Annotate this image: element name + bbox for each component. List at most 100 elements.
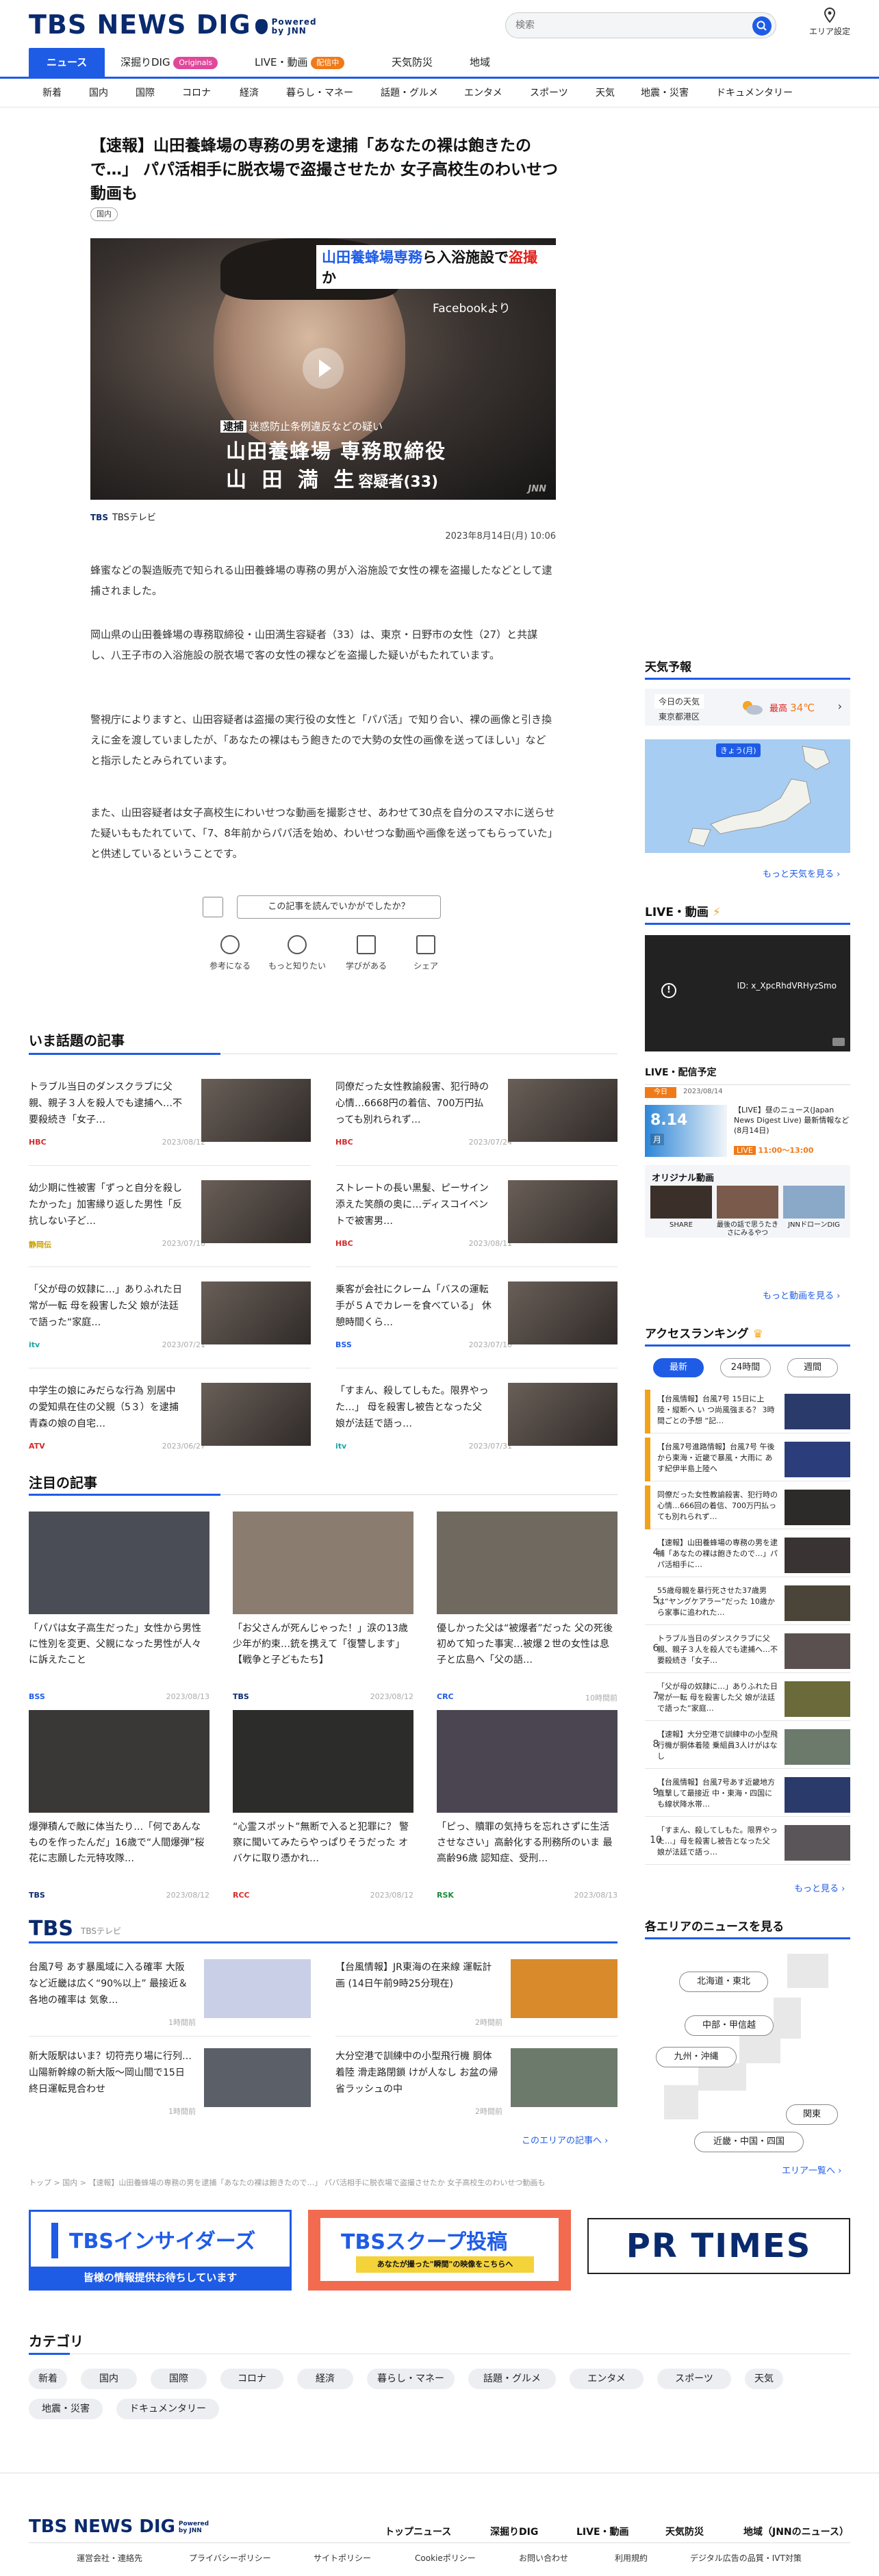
nav-weather[interactable]: 天気防災 bbox=[392, 48, 433, 77]
footer-small-link[interactable]: 運営会社・連絡先 bbox=[77, 2552, 142, 2564]
ranking-item[interactable]: 6 トラブル当日のダンスクラブに父親、親子３人を殺人でも逮捕へ…不要殺続き「女子… bbox=[645, 1629, 850, 1673]
ranking-tab-24h[interactable]: 24時間 bbox=[720, 1358, 771, 1377]
category-chip[interactable]: ドキュメンタリー bbox=[116, 2399, 219, 2419]
category-chip[interactable]: 新着 bbox=[29, 2369, 67, 2389]
area-button-hokkaido-tohoku[interactable]: 北海道・東北 bbox=[679, 1972, 768, 1992]
area-news-item[interactable]: 新大阪駅はいま？切符売り場に行列…山陽新幹線の新大阪～岡山間で15日終日運転見合… bbox=[29, 2048, 311, 2117]
footer-link[interactable]: LIVE・動画 bbox=[576, 2525, 629, 2538]
feedback-helpful-button[interactable]: 参考になる bbox=[199, 935, 261, 971]
cat-nav-item[interactable]: スポーツ bbox=[530, 79, 568, 107]
ranking-item[interactable]: 9 【台風情報】台風7号あす近畿地方直撃して最接近 中・東海・四国にも線状降水帯… bbox=[645, 1773, 850, 1817]
scoop-banner[interactable]: TBSスクープ投稿 あなたが撮った"瞬間"の映像をこちらへ bbox=[308, 2210, 571, 2291]
featured-item[interactable]: 爆弾積んで敵に体当たり…「何であんなものを作ったんだ」16歳で“人間爆弾”桜花に… bbox=[29, 1710, 209, 1902]
search-input[interactable] bbox=[515, 13, 735, 38]
today-weather[interactable]: 今日の天気 東京都港区 最高 34℃ › bbox=[645, 689, 850, 726]
area-button-chubu[interactable]: 中部・甲信越 bbox=[685, 2015, 774, 2036]
footer-small-link[interactable]: お問い合わせ bbox=[519, 2552, 568, 2564]
ranking-tab-latest[interactable]: 最新 bbox=[653, 1358, 704, 1377]
ranking-item[interactable]: 2 【台風7号進路情報】台風7号 午後から東海・近畿で暴風・大雨に あす紀伊半島上… bbox=[645, 1438, 850, 1481]
popular-item[interactable]: 「父が母の奴隷に…」ありふれた日常が一転 母を殺害した父 娘が法廷で語った“家庭… bbox=[29, 1281, 311, 1358]
area-news-item[interactable]: 【台風情報】JR東海の在来線 運転計画 (14日午前9時25分現在) 2時間前 bbox=[335, 1959, 617, 2028]
original-thumb[interactable] bbox=[650, 1186, 712, 1219]
cat-nav-item[interactable]: 新着 bbox=[42, 79, 62, 107]
article-tag[interactable]: 国内 bbox=[90, 207, 118, 221]
area-news-item[interactable]: 台風7号 あす暴風域に入る確率 大阪など近畿は広く“90%以上” 最接近＆各地の… bbox=[29, 1959, 311, 2028]
ranking-item[interactable]: 4 【速報】山田養蜂場の専務の男を逮捕「あなたの裸は飽きたので…」パパ活相手に… bbox=[645, 1533, 850, 1577]
nav-live[interactable]: LIVE・動画 配信中 bbox=[255, 48, 345, 77]
video-more-link[interactable]: もっと動画を見る › bbox=[763, 1288, 840, 1301]
area-button-kinki-chugoku-shikoku[interactable]: 近畿・中国・四国 bbox=[694, 2132, 804, 2152]
feedback-learn-button[interactable]: 学びがある bbox=[335, 935, 397, 971]
footer-small-link[interactable]: 利用規約 bbox=[615, 2552, 648, 2564]
original-thumb[interactable] bbox=[717, 1186, 778, 1219]
schedule-item[interactable]: 8.14 月 【LIVE】昼のニュース(Japan News Digest Li… bbox=[645, 1105, 850, 1162]
cat-nav-item[interactable]: 国際 bbox=[136, 79, 155, 107]
share-button[interactable]: シェア bbox=[395, 935, 457, 971]
category-chip[interactable]: エンタメ bbox=[570, 2369, 644, 2389]
popular-item[interactable]: 同僚だった女性教諭殺害、犯行時の心情…6668円の着信、700万円払っても別れら… bbox=[335, 1079, 617, 1156]
footer-small-link[interactable]: サイトポリシー bbox=[314, 2552, 371, 2564]
category-chip[interactable]: 天気 bbox=[745, 2369, 783, 2389]
ranking-item[interactable]: 3 同僚だった女性教諭殺害、犯行時の心情…666回の着信、700万円払っても別れら… bbox=[645, 1485, 850, 1529]
footer-link[interactable]: 深掘りDIG bbox=[490, 2525, 538, 2538]
nav-news[interactable]: ニュース bbox=[29, 48, 105, 77]
popular-item[interactable]: 幼少期に性被害「ずっと自分を殺したかった」加害縁り返した男性「反抗しない子ど… 静… bbox=[29, 1180, 311, 1257]
ranking-more-link[interactable]: もっと見る › bbox=[794, 1881, 845, 1894]
cat-nav-item[interactable]: 暮らし・マネー bbox=[286, 79, 353, 107]
featured-item[interactable]: 「ピっ、贖罪の気持ちを忘れさずに生活させなさい」高齢化する刑務所のいま 最高齢9… bbox=[437, 1710, 617, 1902]
cat-nav-item[interactable]: 経済 bbox=[240, 79, 259, 107]
cat-nav-item[interactable]: 話題・グルメ bbox=[381, 79, 438, 107]
category-chip[interactable]: 国際 bbox=[151, 2369, 207, 2389]
area-more-link[interactable]: このエリアの記事へ › bbox=[522, 2133, 608, 2146]
category-chip[interactable]: 経済 bbox=[297, 2369, 353, 2389]
cat-nav-item[interactable]: 地震・災害 bbox=[641, 79, 689, 107]
ranking-item[interactable]: 1 【台風情報】台風7号 15日に上陸・縦断へ い つ尚風強まる？ 3時間ごとの予… bbox=[645, 1390, 850, 1433]
category-chip[interactable]: スポーツ bbox=[657, 2369, 731, 2389]
category-chip[interactable]: 地震・災害 bbox=[29, 2399, 103, 2419]
ranking-item[interactable]: 10 「すまん、殺してしもた。限界やった…」母を殺害し被告となった父 娘が法廷で語… bbox=[645, 1821, 850, 1865]
footer-small-link[interactable]: プライバシーポリシー bbox=[189, 2552, 271, 2564]
cat-nav-item[interactable]: エンタメ bbox=[464, 79, 502, 107]
area-list-link[interactable]: エリア一覧へ › bbox=[782, 2163, 841, 2176]
footer-link[interactable]: 天気防災 bbox=[665, 2525, 704, 2538]
ranking-item[interactable]: 7 「父が母の奴隷に…」ありふれた日常が一転 母を殺害した父 娘が法廷で語った“家… bbox=[645, 1677, 850, 1721]
nav-dig[interactable]: 深掘りDIG Originals bbox=[120, 48, 218, 77]
article-source[interactable]: TBS TBSテレビ bbox=[90, 510, 156, 523]
area-button-kanto[interactable]: 関東 bbox=[786, 2104, 838, 2125]
footer-link[interactable]: 地域（JNNのニュース） bbox=[743, 2525, 849, 2538]
live-video-player[interactable]: ! ID: x_XpcRhdVRHyzSmo bbox=[645, 935, 850, 1051]
popular-item[interactable]: 「すまん、殺してしもた。限界やった…」 母を殺害し被告となった父 娘が法廷で語っ… bbox=[335, 1383, 617, 1459]
category-chip[interactable]: 国内 bbox=[81, 2369, 137, 2389]
article-hero-video[interactable]: 山田養蜂場専務ら入浴施設で盗撮か Facebookより 逮捕 迷惑防止条例違反など… bbox=[90, 238, 556, 500]
search-button[interactable] bbox=[752, 16, 772, 36]
popular-item[interactable]: トラブル当日のダンスクラブに父親、親子３人を殺人でも逮捕へ…不要殺続き「女子… H… bbox=[29, 1079, 311, 1156]
insiders-banner[interactable]: TBSインサイダーズ 皆様の情報提供お待ちしています bbox=[29, 2210, 292, 2291]
featured-item[interactable]: 「お父さんが死んじゃった！」涙の13歳少年が約束…銃を携えて「復讐します」【戦争… bbox=[233, 1512, 413, 1703]
weather-map[interactable]: きょう(月) bbox=[645, 739, 850, 853]
cat-nav-item[interactable]: ドキュメンタリー bbox=[716, 79, 793, 107]
category-chip[interactable]: コロナ bbox=[220, 2369, 283, 2389]
feedback-know-more-button[interactable]: もっと知りたい bbox=[266, 935, 328, 971]
footer-logo[interactable]: TBS NEWS DIG Powered by JNN bbox=[29, 2516, 209, 2537]
featured-item[interactable]: “心霊スポット”無断で入ると犯罪に？ 警察に聞いてみたらやっぱりそうだった オバ… bbox=[233, 1710, 413, 1902]
nav-region[interactable]: 地域 bbox=[470, 48, 490, 77]
area-button-kyushu-okinawa[interactable]: 九州・沖縄 bbox=[656, 2047, 737, 2067]
popular-item[interactable]: 乗客が会社にクレーム「バスの運転手が５Ａでカレーを食べている」 休憩時間くら… B… bbox=[335, 1281, 617, 1358]
featured-item[interactable]: 「パパは女子高生だった」女性から男性に性別を変更、父親になった男性が人々に訴えた… bbox=[29, 1512, 209, 1703]
cat-nav-item[interactable]: 国内 bbox=[89, 79, 108, 107]
original-thumb[interactable] bbox=[783, 1186, 845, 1219]
category-chip[interactable]: 話題・グルメ bbox=[468, 2369, 556, 2389]
popular-item[interactable]: ストレートの長い黒髪、ピーサイン添えた笑顔の奥に…ディスコイベントで被害男… HB… bbox=[335, 1180, 617, 1257]
ranking-tab-weekly[interactable]: 週間 bbox=[787, 1358, 838, 1377]
cat-nav-item[interactable]: 天気 bbox=[596, 79, 615, 107]
footer-small-link[interactable]: デジタル広告の品質・IVT対策 bbox=[690, 2552, 802, 2564]
ranking-item[interactable]: 8 【速報】大分空港で訓練中の小型飛行機が胴体着陸 乗組員3人けがはなし bbox=[645, 1725, 850, 1769]
category-chip[interactable]: 暮らし・マネー bbox=[367, 2369, 455, 2389]
cat-nav-item[interactable]: コロナ bbox=[182, 79, 211, 107]
popular-item[interactable]: 中学生の娘にみだらな行為 別居中の愛知県在住の父親（5３）を逮捕 青森の娘の自宅… bbox=[29, 1383, 311, 1459]
site-logo[interactable]: TBS NEWS DIG Powered by JNN bbox=[29, 10, 317, 40]
footer-link[interactable]: トップニュース bbox=[385, 2525, 451, 2538]
prtimes-banner[interactable]: PR TIMES bbox=[587, 2218, 850, 2274]
ranking-item[interactable]: 5 55歳母親を暴行死させた37歳男は“ヤングケアラー”だった 10歳から家事に追… bbox=[645, 1581, 850, 1625]
area-setting-button[interactable]: エリア設定 bbox=[802, 7, 857, 37]
